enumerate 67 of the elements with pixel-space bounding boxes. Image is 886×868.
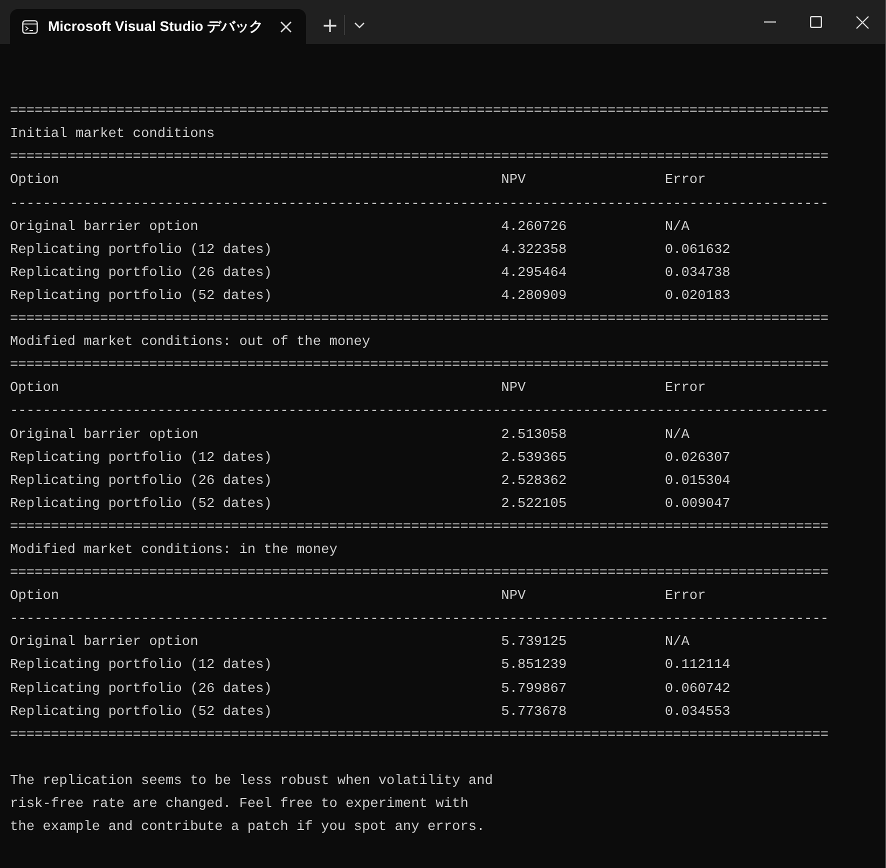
table-cell: 2.522105 xyxy=(501,496,567,512)
table-cell: 0.009047 xyxy=(664,496,730,512)
table-cell: Replicating portfolio (52 dates) xyxy=(10,496,272,512)
table-cell: 0.034738 xyxy=(664,266,730,281)
column-header: NPV xyxy=(501,173,526,188)
table-cell: Original barrier option xyxy=(10,635,198,650)
separator-line: ==================================================================================================== xyxy=(10,149,829,168)
table-cell: 4.295464 xyxy=(501,266,567,281)
table-cell: Replicating portfolio (26 dates) xyxy=(10,266,272,281)
column-header: NPV xyxy=(501,589,526,604)
table-cell: N/A xyxy=(664,428,690,442)
separator-line: ---------------------------------------------------------------------------------------------------- xyxy=(10,611,829,630)
column-header: Error xyxy=(664,381,706,396)
table-cell: Replicating portfolio (12 dates) xyxy=(10,450,272,466)
table-cell: 5.773678 xyxy=(501,704,567,720)
terminal-icon xyxy=(22,20,38,34)
separator-line: ---------------------------------------------------------------------------------------------------- xyxy=(10,403,829,422)
table-cell: Replicating portfolio (12 dates) xyxy=(10,242,272,258)
table-cell: 4.280909 xyxy=(501,288,567,304)
table-cell: 5.851239 xyxy=(501,658,567,674)
table-cell: 5.799867 xyxy=(501,682,567,697)
table-cell: 0.015304 xyxy=(664,474,730,489)
table-cell: 0.026307 xyxy=(664,450,730,466)
table-cell: 4.260726 xyxy=(501,220,567,235)
separator-line: ---------------------------------------------------------------------------------------------------- xyxy=(10,196,829,214)
section-heading: Modified market conditions: in the money xyxy=(10,542,338,560)
table-cell: 0.060742 xyxy=(664,682,730,697)
table-cell: 0.061632 xyxy=(664,242,730,258)
table-cell: 2.513058 xyxy=(501,428,567,442)
table-cell: Replicating portfolio (12 dates) xyxy=(10,658,272,674)
separator-line: ==================================================================================================== xyxy=(10,103,829,122)
message-text: The replication seems to be less robust when volatility and xyxy=(10,772,493,791)
separator-line: ==================================================================================================== xyxy=(10,518,829,537)
column-header: Error xyxy=(664,173,706,188)
table-cell: N/A xyxy=(664,635,690,650)
section-heading: Initial market conditions xyxy=(10,126,215,144)
tab-title: Microsoft Visual Studio デバック xyxy=(48,17,264,36)
terminal-tab[interactable]: Microsoft Visual Studio デバック xyxy=(10,9,306,44)
table-cell: Original barrier option xyxy=(10,220,198,235)
separator-line: ==================================================================================================== xyxy=(10,311,829,330)
table-cell: Replicating portfolio (52 dates) xyxy=(10,704,272,720)
separator-line: ==================================================================================================== xyxy=(10,726,829,745)
column-header: NPV xyxy=(501,381,526,396)
table-cell: 0.034553 xyxy=(664,704,730,720)
new-tab-button[interactable]: + xyxy=(316,14,344,36)
section-heading: Modified market conditions: out of the money xyxy=(10,334,370,352)
separator-line: ==================================================================================================== xyxy=(10,565,829,584)
table-cell: Replicating portfolio (52 dates) xyxy=(10,288,272,304)
column-header: Option xyxy=(10,381,60,396)
message-text: risk-free rate are changed. Feel free to experiment with xyxy=(10,796,468,814)
column-header: Option xyxy=(10,589,60,604)
table-cell: 2.528362 xyxy=(501,474,567,489)
close-tab-icon[interactable] xyxy=(278,18,294,34)
table-cell: 0.112114 xyxy=(664,658,730,674)
dropdown-chevron-icon[interactable] xyxy=(353,20,365,30)
table-cell: Original barrier option xyxy=(10,428,198,442)
table-cell: Replicating portfolio (26 dates) xyxy=(10,474,272,489)
message-text: the example and contribute a patch if you spot any errors. xyxy=(10,819,485,838)
table-cell: 5.739125 xyxy=(501,635,567,650)
column-header: Option xyxy=(10,173,60,188)
separator-line: ==================================================================================================== xyxy=(10,357,829,376)
column-header: Error xyxy=(664,589,706,604)
table-cell: N/A xyxy=(664,220,690,235)
table-cell: Replicating portfolio (26 dates) xyxy=(10,682,272,697)
table-cell: 4.322358 xyxy=(501,242,567,258)
table-cell: 0.020183 xyxy=(664,288,730,304)
table-cell: 2.539365 xyxy=(501,450,567,466)
